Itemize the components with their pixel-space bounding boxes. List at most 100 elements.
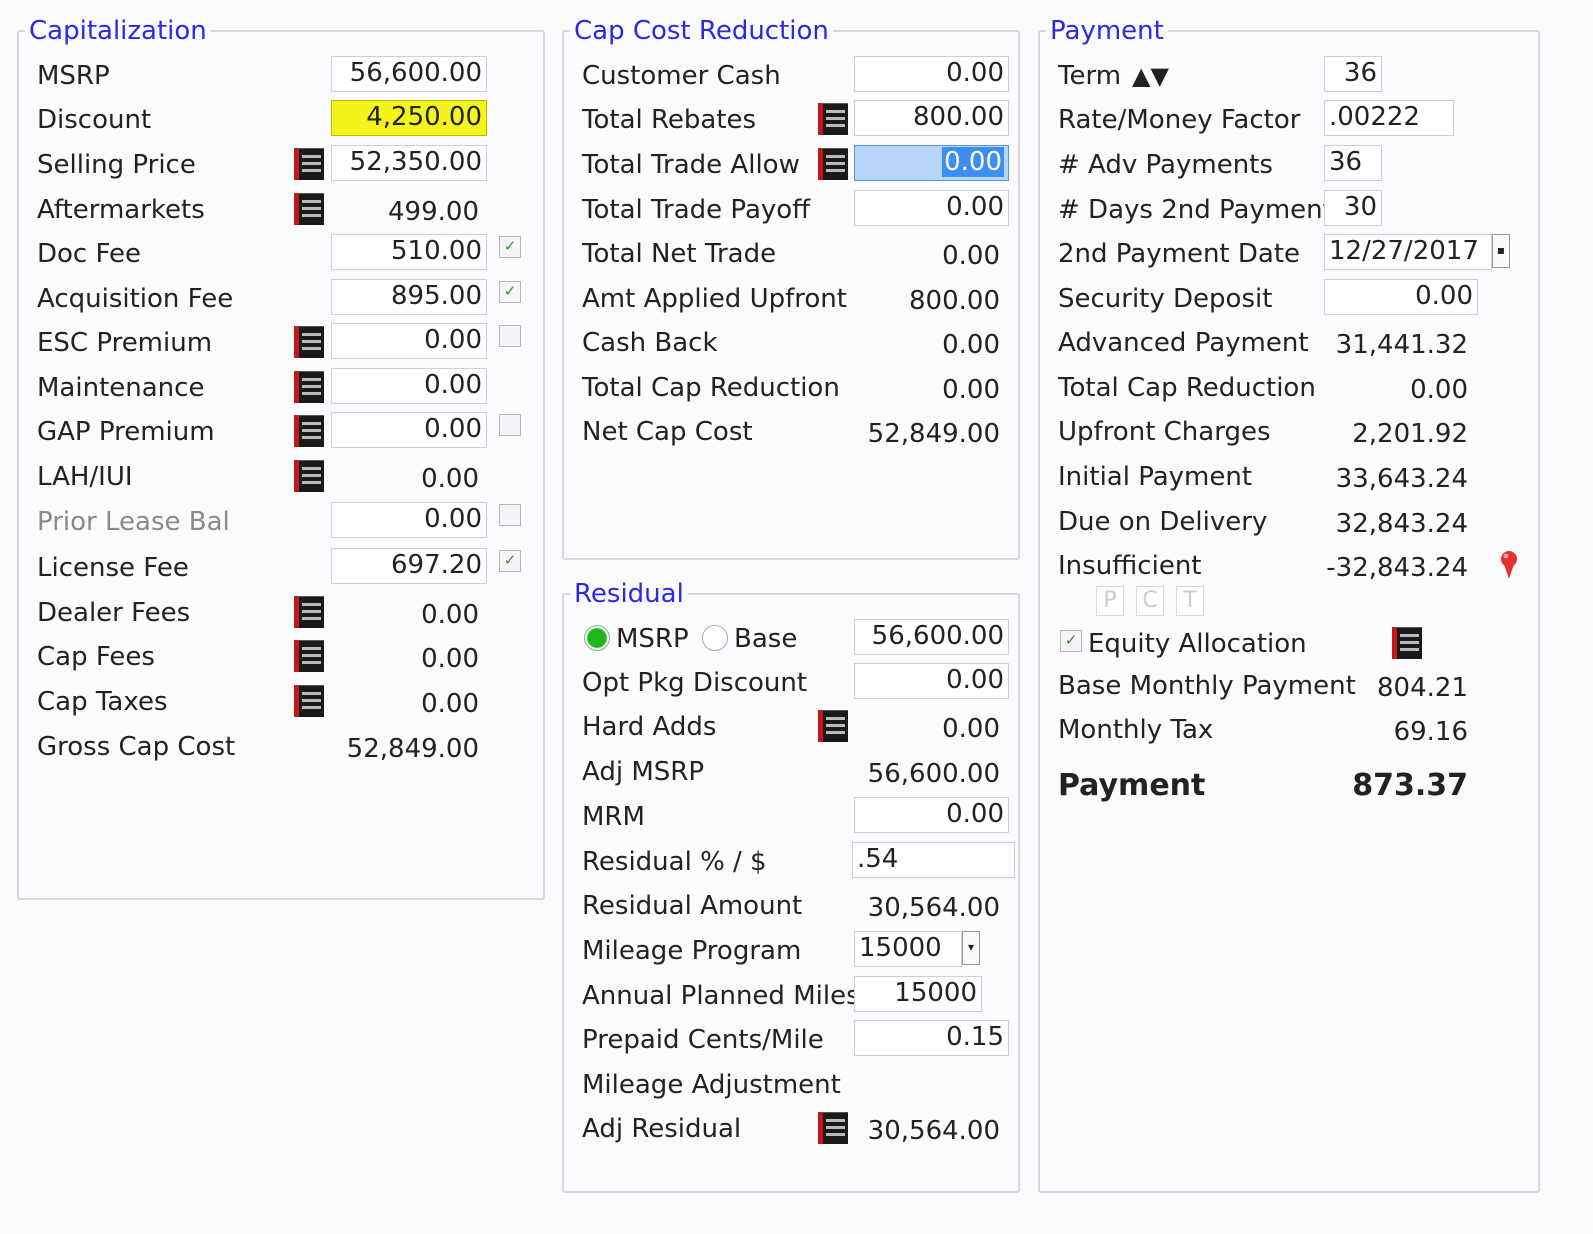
2nd-payment-date-input[interactable]: 12/27/2017 — [1324, 234, 1492, 270]
mileage-program-dropdown-icon[interactable]: ▾ — [962, 931, 980, 965]
residual-msrp-input[interactable]: 56,600.00 — [854, 619, 1009, 655]
prepaid-cents-input[interactable]: 0.15 — [854, 1020, 1009, 1056]
row-total-trade-allow: Total Trade Allow 0.00 — [564, 145, 1018, 185]
base-radio-label: Base — [734, 624, 798, 654]
row-gap-premium: GAP Premium 0.00 — [19, 412, 543, 452]
esc-premium-label: ESC Premium — [37, 328, 213, 358]
calculator-icon[interactable] — [294, 193, 324, 225]
row-monthly-tax: Monthly Tax 69.16 — [1040, 710, 1538, 750]
doc-fee-input[interactable]: 510.00 — [331, 234, 487, 270]
msrp-input[interactable]: 56,600.00 — [331, 56, 487, 92]
insufficient-value: -32,843.24 — [1326, 553, 1468, 583]
rate-input[interactable]: .00222 — [1324, 100, 1454, 136]
cap-cost-reduction-panel: Cap Cost Reduction Customer Cash 0.00 To… — [562, 15, 1020, 560]
row-amt-applied-upfront: Amt Applied Upfront 800.00 — [564, 279, 1018, 319]
term-input[interactable]: 36 — [1324, 56, 1382, 92]
p-button[interactable]: P — [1096, 586, 1124, 616]
row-mileage-adjustment: Mileage Adjustment — [564, 1065, 1018, 1105]
row-cash-back: Cash Back 0.00 — [564, 323, 1018, 363]
mileage-program-label: Mileage Program — [582, 936, 802, 966]
row-esc-premium: ESC Premium 0.00 — [19, 323, 543, 363]
calculator-icon[interactable] — [294, 685, 324, 717]
row-insufficient: Insufficient -32,843.24 — [1040, 546, 1538, 586]
customer-cash-input[interactable]: 0.00 — [854, 56, 1009, 92]
total-net-trade-label: Total Net Trade — [582, 239, 777, 269]
total-trade-allow-input[interactable]: 0.00 — [854, 145, 1009, 181]
calculator-icon[interactable] — [294, 460, 324, 492]
calculator-icon[interactable] — [294, 640, 324, 672]
row-upfront-charges: Upfront Charges 2,201.92 — [1040, 412, 1538, 452]
mileage-program-select[interactable]: 15000 — [854, 931, 962, 967]
mrm-input[interactable]: 0.00 — [854, 797, 1009, 833]
gap-premium-input[interactable]: 0.00 — [331, 412, 487, 448]
row-cap-taxes: Cap Taxes 0.00 — [19, 682, 543, 722]
total-rebates-input[interactable]: 800.00 — [854, 100, 1009, 136]
esc-premium-checkbox[interactable] — [499, 325, 521, 347]
row-total-cap-reduction: Total Cap Reduction 0.00 — [564, 368, 1018, 408]
prior-lease-bal-checkbox[interactable] — [499, 504, 521, 526]
term-sort-arrows-icon[interactable]: ▲▼ — [1132, 60, 1169, 92]
calculator-icon[interactable] — [294, 371, 324, 403]
row-customer-cash: Customer Cash 0.00 — [564, 56, 1018, 96]
base-monthly-payment-label: Base Monthly Payment — [1058, 671, 1356, 701]
residual-pct-input[interactable]: .54 — [852, 842, 1015, 878]
equity-allocation-checkbox[interactable]: ✓ — [1060, 630, 1082, 652]
t-button[interactable]: T — [1176, 586, 1204, 616]
annual-planned-miles-input[interactable]: 15000 — [854, 976, 982, 1012]
adj-residual-label: Adj Residual — [582, 1114, 742, 1144]
row-security-deposit: Security Deposit 0.00 — [1040, 279, 1538, 319]
prior-lease-bal-label: Prior Lease Bal — [37, 507, 230, 537]
calculator-icon[interactable] — [294, 415, 324, 447]
monthly-tax-value: 69.16 — [1393, 717, 1468, 747]
row-2nd-payment-date: 2nd Payment Date 12/27/2017 ▪ — [1040, 234, 1538, 274]
calculator-icon[interactable] — [1392, 627, 1422, 659]
maintenance-label: Maintenance — [37, 373, 205, 403]
license-fee-checkbox[interactable]: ✓ — [499, 550, 521, 572]
msrp-radio[interactable] — [584, 625, 610, 651]
doc-fee-checkbox[interactable]: ✓ — [499, 236, 521, 258]
security-deposit-input[interactable]: 0.00 — [1324, 279, 1478, 315]
calculator-icon[interactable] — [818, 103, 848, 135]
hard-adds-label: Hard Adds — [582, 712, 717, 742]
acquisition-fee-label: Acquisition Fee — [37, 284, 234, 314]
maintenance-input[interactable]: 0.00 — [331, 368, 487, 404]
base-radio[interactable] — [702, 625, 728, 651]
calendar-button-icon[interactable]: ▪ — [1492, 234, 1510, 268]
acquisition-fee-input[interactable]: 895.00 — [331, 279, 487, 315]
alert-pin-icon[interactable] — [1498, 550, 1520, 580]
prior-lease-bal-input[interactable]: 0.00 — [331, 502, 487, 538]
adv-payments-input[interactable]: 36 — [1324, 145, 1382, 181]
upfront-charges-label: Upfront Charges — [1058, 417, 1271, 447]
total-trade-payoff-input[interactable]: 0.00 — [854, 190, 1009, 226]
gap-premium-checkbox[interactable] — [499, 414, 521, 436]
calculator-icon[interactable] — [818, 148, 848, 180]
esc-premium-input[interactable]: 0.00 — [331, 323, 487, 359]
days-2nd-payment-input[interactable]: 30 — [1324, 190, 1382, 226]
row-discount: Discount 4,250.00 — [19, 100, 543, 140]
doc-fee-label: Doc Fee — [37, 239, 142, 269]
calculator-icon[interactable] — [294, 596, 324, 628]
net-cap-cost-label: Net Cap Cost — [582, 417, 753, 447]
2nd-payment-date-label: 2nd Payment Date — [1058, 239, 1301, 269]
calculator-icon[interactable] — [294, 326, 324, 358]
gross-cap-cost-value: 52,849.00 — [346, 734, 479, 764]
row-mrm: MRM 0.00 — [564, 797, 1018, 837]
cap-fees-label: Cap Fees — [37, 642, 155, 672]
cap-fees-value: 0.00 — [421, 644, 479, 674]
insufficient-label: Insufficient — [1058, 551, 1202, 581]
discount-input[interactable]: 4,250.00 — [331, 100, 487, 136]
selling-price-input[interactable]: 52,350.00 — [331, 145, 487, 181]
row-mileage-program: Mileage Program 15000 ▾ — [564, 931, 1018, 971]
term-label: Term — [1058, 61, 1122, 91]
license-fee-input[interactable]: 697.20 — [331, 548, 487, 584]
calculator-icon[interactable] — [818, 1112, 848, 1144]
acquisition-fee-checkbox[interactable]: ✓ — [499, 281, 521, 303]
row-prepaid-cents: Prepaid Cents/Mile 0.15 — [564, 1020, 1018, 1060]
calculator-icon[interactable] — [294, 148, 324, 180]
row-lah-iui: LAH/IUI 0.00 — [19, 457, 543, 497]
amt-applied-upfront-value: 800.00 — [909, 286, 1000, 316]
c-button[interactable]: C — [1136, 586, 1164, 616]
row-term: Term ▲▼ 36 — [1040, 56, 1538, 96]
calculator-icon[interactable] — [818, 710, 848, 742]
opt-pkg-discount-input[interactable]: 0.00 — [854, 663, 1009, 699]
